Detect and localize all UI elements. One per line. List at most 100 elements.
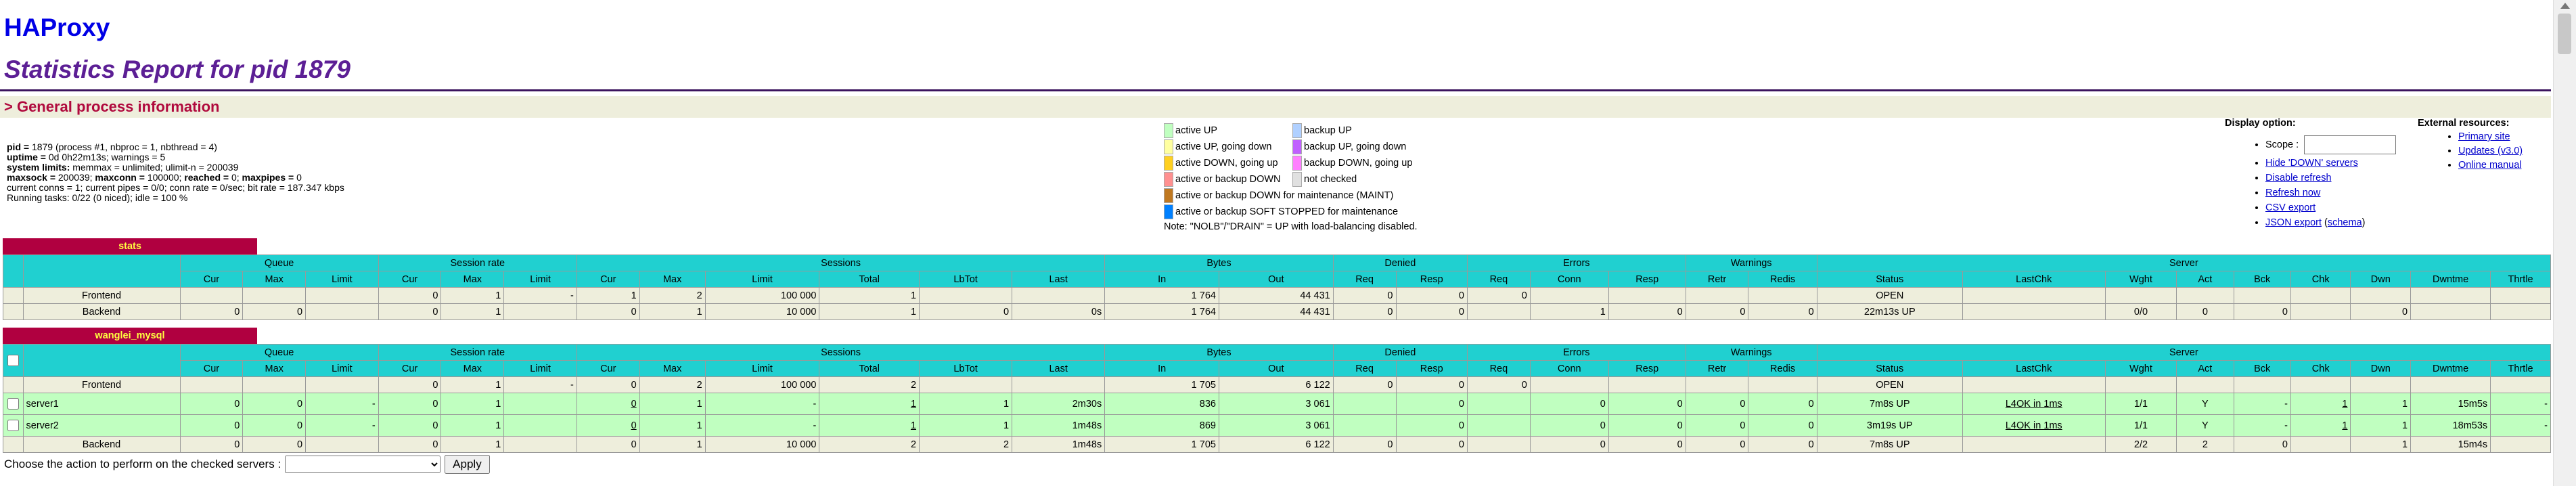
cell-r-limit (503, 414, 577, 437)
cell-link[interactable]: L4OK in 1ms (2006, 420, 2062, 431)
json-export-link[interactable]: JSON export (2265, 217, 2322, 228)
row-name[interactable]: server2 (22, 414, 181, 437)
legend-swatch (1164, 139, 1173, 154)
group-header: Server (1816, 255, 2552, 271)
cell-e-conn: 0 (1529, 414, 1609, 437)
cell-dwn (2350, 376, 2412, 393)
primary-site-link[interactable]: Primary site (2458, 131, 2510, 142)
cell-s-max: 1 (639, 393, 706, 415)
updates-link[interactable]: Updates (v3.0) (2458, 146, 2523, 156)
cell-link[interactable]: 0 (631, 399, 637, 410)
cell-d-req (1332, 414, 1397, 437)
legend-swatch (1164, 204, 1173, 219)
column-header: Max (639, 360, 706, 377)
cell-thrtle: - (2490, 393, 2551, 415)
cell-last: 1m48s (1012, 436, 1106, 453)
vertical-scrollbar[interactable] (2553, 0, 2576, 486)
csv-export-link[interactable]: CSV export (2265, 202, 2315, 213)
display-options-heading: Display option: (2225, 118, 2296, 129)
group-header: Warnings (1685, 344, 1817, 361)
cell-link[interactable]: 1 (2342, 420, 2347, 431)
cell-dwntme: 15m4s (2410, 436, 2491, 453)
column-header: Req (1332, 271, 1397, 288)
cell-w-retr: 0 (1685, 436, 1749, 453)
server-checkbox[interactable] (7, 398, 19, 410)
cell-w-redis: 0 (1748, 393, 1817, 415)
cell-in: 1 764 (1104, 287, 1219, 304)
cell-s-total: 2 (819, 376, 920, 393)
cell-q-limit (305, 376, 379, 393)
legend-label: active or backup DOWN (1175, 174, 1281, 185)
column-header: Wght (2104, 271, 2177, 288)
wanglei-mysql-table: Queue Session rate Sessions Bytes Denied Erro… (3, 344, 2552, 453)
server-checkbox[interactable] (7, 420, 19, 432)
column-header: LastChk (1962, 271, 2106, 288)
disable-refresh-link[interactable]: Disable refresh (2265, 173, 2332, 183)
column-header: Dwn (2350, 360, 2412, 377)
cell-last: 0s (1012, 303, 1106, 320)
cell-s-cur: 1 (576, 287, 640, 304)
scope-item: Scope : (2265, 135, 2428, 154)
cell-out: 3 061 (1218, 393, 1334, 415)
cell-thrtle: - (2490, 414, 2551, 437)
legend-item: active or backup SOFT STOPPED for mainte… (1164, 204, 1428, 219)
online-manual-link[interactable]: Online manual (2458, 160, 2522, 171)
cell-lastchk (1962, 436, 2106, 453)
hide-down-link[interactable]: Hide 'DOWN' servers (2265, 158, 2358, 169)
cell-wght: 1/1 (2104, 414, 2177, 437)
column-header: Limit (704, 360, 820, 377)
legend-swatch (1164, 172, 1173, 187)
cell-s-limit: 10 000 (704, 436, 820, 453)
row-name[interactable]: server1 (22, 393, 181, 415)
cell-status: OPEN (1816, 287, 1963, 304)
cell-s-total: 1 (819, 414, 920, 437)
cell-in: 1 705 (1104, 436, 1219, 453)
cell-link[interactable]: 1 (911, 399, 916, 410)
maxsock-line: maxsock = 200039; maxconn = 100000; reac… (7, 172, 302, 183)
cell-act: 0 (2176, 303, 2234, 320)
column-header: Limit (305, 360, 379, 377)
select-all-header (3, 255, 24, 288)
cell-link[interactable]: 0 (631, 420, 637, 431)
stats-table: Queue Session rate Sessions Bytes Denied Erro… (3, 255, 2552, 320)
cell-r-cur: 0 (378, 303, 442, 320)
cell-link[interactable]: 1 (2342, 399, 2347, 410)
cell-w-retr (1685, 287, 1749, 304)
cell-wght: 2/2 (2104, 436, 2177, 453)
cell-q-max: 0 (242, 436, 307, 453)
cell-link[interactable]: 1 (911, 420, 916, 431)
cell-dwn: 1 (2350, 414, 2412, 437)
cell-status: 7m8s UP (1816, 436, 1963, 453)
cell-dwntme: 15m5s (2410, 393, 2491, 415)
cell-w-redis (1748, 287, 1817, 304)
cell-dwntme (2410, 376, 2491, 393)
cell-e-req (1466, 414, 1531, 437)
legend-label: backup UP (1304, 125, 1352, 136)
cell-link[interactable]: L4OK in 1ms (2006, 399, 2062, 410)
column-header: Last (1012, 360, 1106, 377)
scroll-up-icon[interactable] (2560, 3, 2570, 9)
legend-swatch (1292, 123, 1302, 138)
schema-link[interactable]: schema (2328, 217, 2362, 228)
column-header: Retr (1685, 271, 1749, 288)
cell-q-limit (305, 287, 379, 304)
refresh-now-link[interactable]: Refresh now (2265, 187, 2320, 198)
cell-w-redis: 0 (1748, 303, 1817, 320)
proxy-name-wanglei-mysql: wanglei_mysql (3, 328, 257, 344)
group-header: Queue (179, 255, 379, 271)
apply-button[interactable]: Apply (445, 455, 490, 474)
cell-d-req: 0 (1332, 303, 1397, 320)
scroll-thumb[interactable] (2558, 14, 2571, 54)
cell-act (2176, 376, 2234, 393)
column-header: In (1104, 271, 1219, 288)
table-row: Frontend 0 1-1 2 100 000 1 1 764 44 431 0 0 0 OPEN (3, 287, 2551, 304)
system-limits-line: system limits: memmax = unlimited; ulimi… (7, 162, 239, 173)
select-all-header (3, 344, 24, 377)
group-header: Denied (1332, 344, 1468, 361)
select-all-checkbox[interactable] (7, 355, 19, 367)
scope-input[interactable] (2304, 135, 2397, 154)
cell-bck: 0 (2233, 436, 2291, 453)
table-row: Frontend 0 1-0 2 100 000 2 1 705 6 122 0 0 0 OPEN (3, 376, 2551, 393)
action-select[interactable] (285, 456, 441, 473)
column-header: Bck (2233, 360, 2291, 377)
